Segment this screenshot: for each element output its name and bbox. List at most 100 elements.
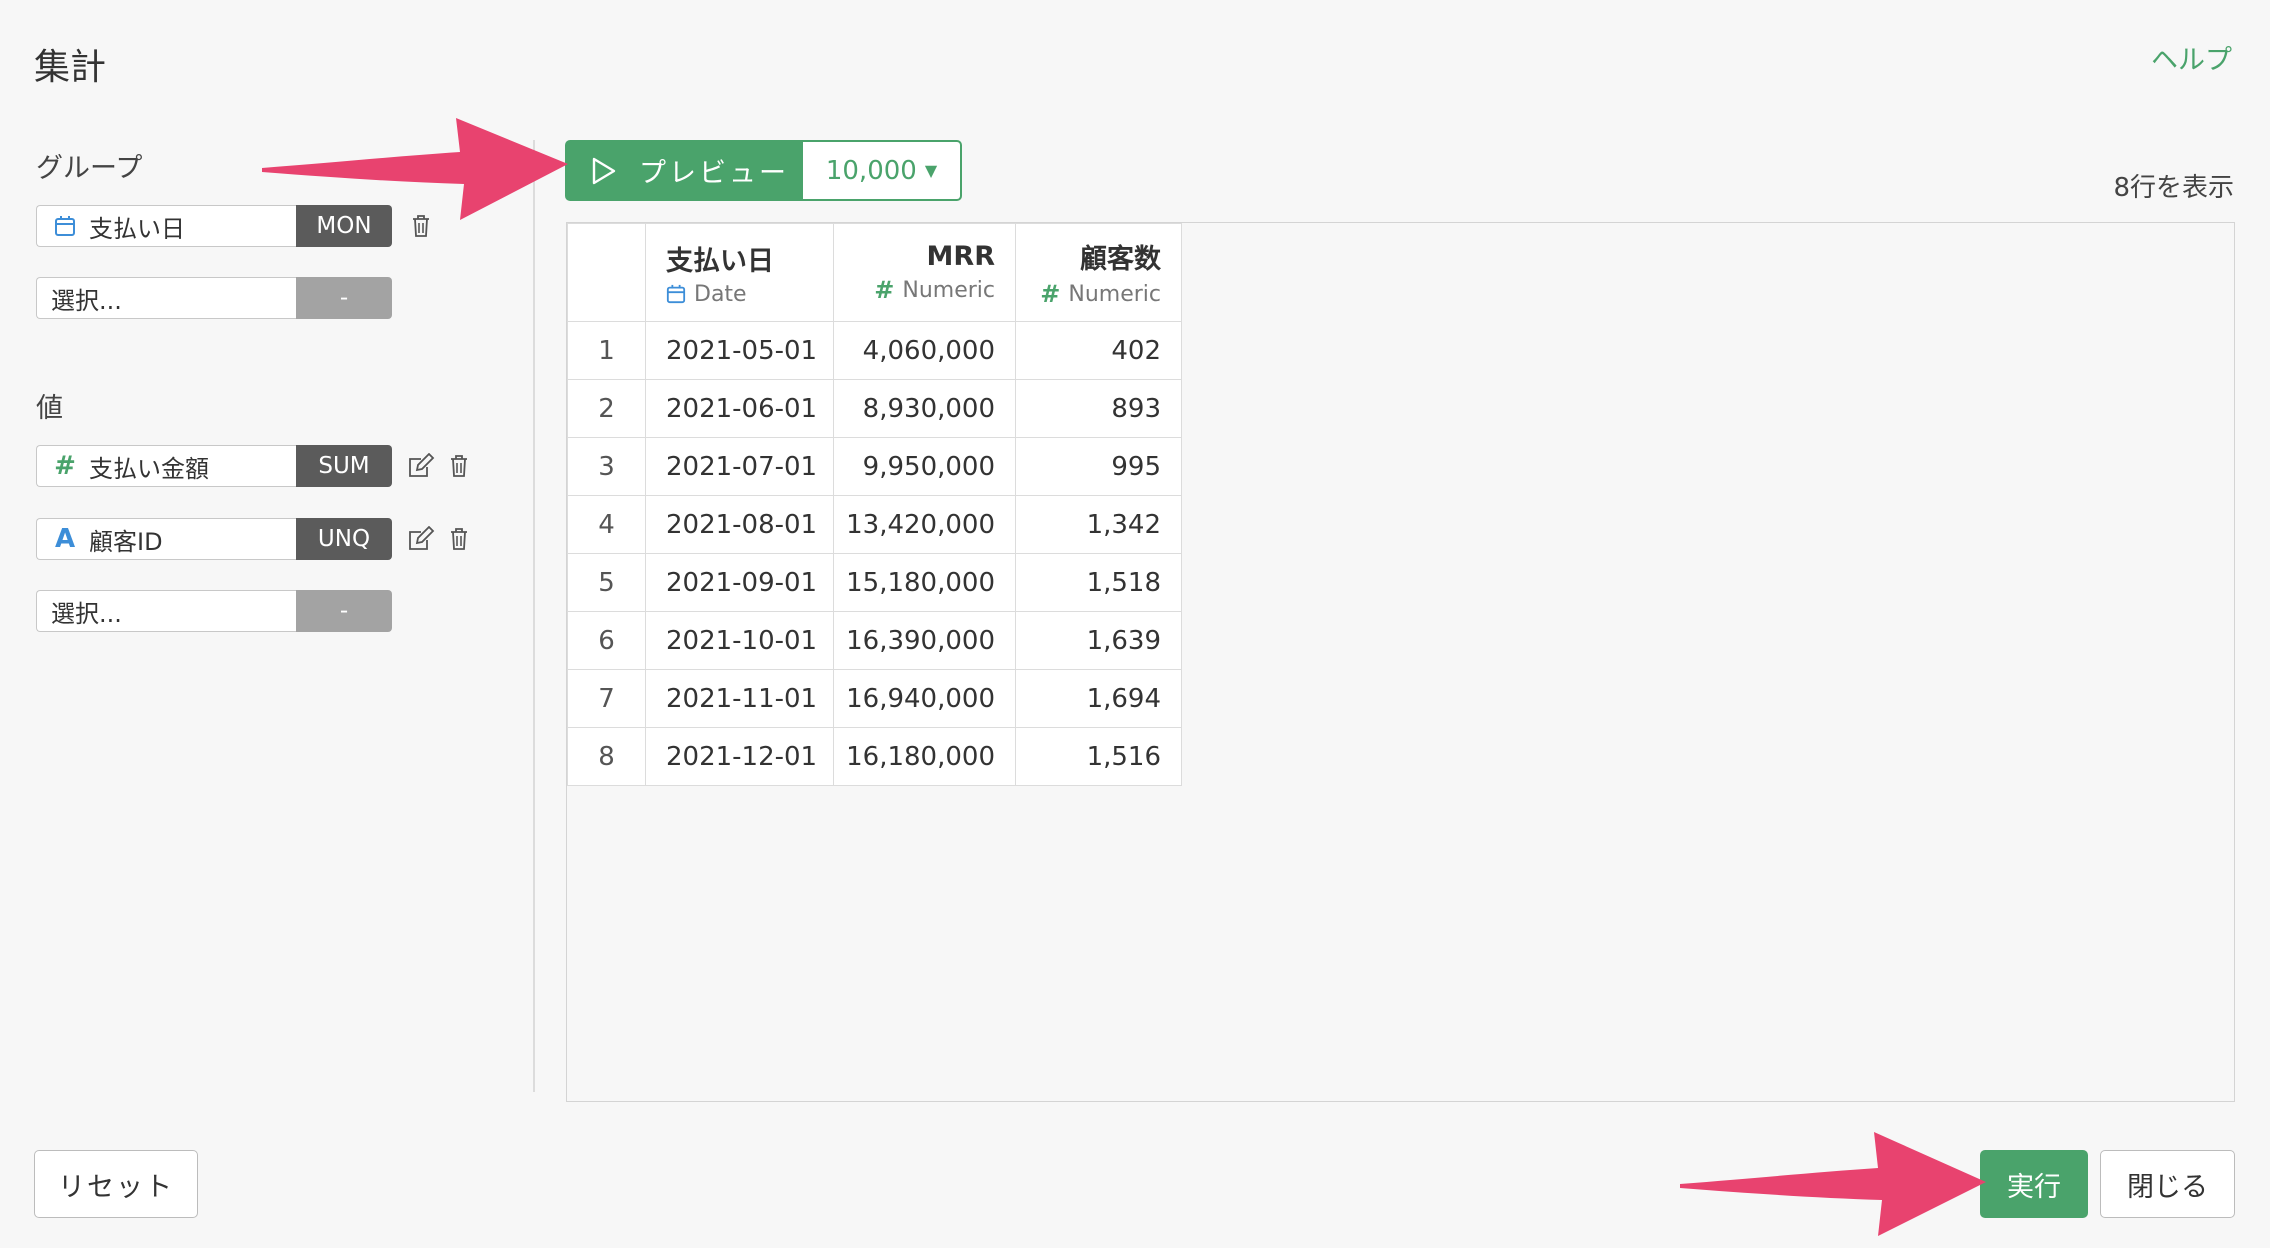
table-cell: 16,940,000: [833, 669, 1016, 728]
column-header[interactable]: MRR # Numeric: [833, 223, 1016, 322]
table-cell: 16,180,000: [833, 727, 1016, 786]
preview-button[interactable]: プレビュー: [565, 140, 803, 201]
group-select-input[interactable]: 選択...: [36, 277, 296, 319]
row-limit-value: 10,000: [825, 155, 917, 186]
value-field-row: # 支払い金額 SUM: [36, 445, 474, 487]
table-cell: 2021-06-01: [645, 379, 834, 438]
table-row: 6 2021-10-01 16,390,000 1,639: [567, 611, 1182, 670]
row-index: 2: [567, 379, 646, 438]
table-row: 3 2021-07-01 9,950,000 995: [567, 437, 1182, 496]
edit-icon[interactable]: [406, 445, 436, 487]
value-aggregation-button[interactable]: SUM: [296, 445, 392, 487]
value-select-input[interactable]: 選択...: [36, 590, 296, 632]
hash-icon: #: [54, 451, 76, 481]
annotation-arrow-icon: [1680, 1132, 1986, 1236]
table-cell: 995: [1015, 437, 1182, 496]
table-cell: 2021-12-01: [645, 727, 834, 786]
group-section-label: グループ: [36, 153, 143, 184]
value-field-label: 支払い金額: [89, 454, 209, 483]
table-cell: 1,694: [1015, 669, 1182, 728]
preview-table-frame: 支払い日 Date MRR # Numeric 顧客数 # Numeric 1 …: [566, 222, 2235, 1102]
column-header[interactable]: 顧客数 # Numeric: [1015, 223, 1182, 322]
annotation-arrow-icon: [262, 118, 568, 220]
play-icon: [592, 157, 616, 184]
table-cell: 1,342: [1015, 495, 1182, 554]
table-row: 8 2021-12-01 16,180,000 1,516: [567, 727, 1182, 786]
value-empty-aggregation[interactable]: -: [296, 590, 392, 632]
table-header-row: 支払い日 Date MRR # Numeric 顧客数 # Numeric: [567, 223, 1182, 322]
trash-icon[interactable]: [444, 445, 474, 487]
group-field-label: 支払い日: [89, 214, 185, 243]
table-row: 2 2021-06-01 8,930,000 893: [567, 379, 1182, 438]
table-cell: 1,639: [1015, 611, 1182, 670]
text-type-icon: A: [54, 524, 76, 554]
table-cell: 2021-07-01: [645, 437, 834, 496]
table-cell: 1,516: [1015, 727, 1182, 786]
reset-button[interactable]: リセット: [34, 1150, 198, 1218]
column-type-label: Numeric: [902, 277, 995, 303]
preview-table: 支払い日 Date MRR # Numeric 顧客数 # Numeric 1 …: [567, 223, 1182, 786]
close-button[interactable]: 閉じる: [2100, 1150, 2235, 1218]
group-field-select[interactable]: 支払い日: [36, 205, 296, 247]
table-row: 5 2021-09-01 15,180,000 1,518: [567, 553, 1182, 612]
value-section-label: 値: [36, 393, 63, 424]
row-index: 3: [567, 437, 646, 496]
panel-divider: [533, 140, 535, 1092]
hash-icon: #: [874, 276, 895, 304]
column-type-label: Date: [694, 281, 747, 307]
table-cell: 893: [1015, 379, 1182, 438]
column-type: Date: [666, 282, 833, 307]
calendar-icon: [51, 212, 79, 240]
column-name: 支払い日: [666, 245, 774, 277]
table-cell: 16,390,000: [833, 611, 1016, 670]
value-aggregation-button[interactable]: UNQ: [296, 518, 392, 560]
table-cell: 2021-10-01: [645, 611, 834, 670]
table-cell: 2021-08-01: [645, 495, 834, 554]
column-type: # Numeric: [834, 276, 995, 304]
edit-icon[interactable]: [406, 518, 436, 560]
value-field-select[interactable]: # 支払い金額: [36, 445, 296, 487]
row-index: 8: [567, 727, 646, 786]
table-cell: 2021-11-01: [645, 669, 834, 728]
trash-icon[interactable]: [444, 518, 474, 560]
dialog-title: 集計: [34, 47, 107, 88]
table-cell: 1,518: [1015, 553, 1182, 612]
column-type: # Numeric: [1016, 280, 1161, 308]
select-placeholder: 選択...: [51, 599, 122, 628]
help-link[interactable]: ヘルプ: [2151, 38, 2232, 77]
group-empty-aggregation[interactable]: -: [296, 277, 392, 319]
table-cell: 402: [1015, 321, 1182, 380]
run-button[interactable]: 実行: [1980, 1150, 2088, 1218]
rows-shown-text: 8行を表示: [2113, 173, 2234, 203]
row-index: 1: [567, 321, 646, 380]
row-index: 7: [567, 669, 646, 728]
table-cell: 8,930,000: [833, 379, 1016, 438]
table-cell: 2021-05-01: [645, 321, 834, 380]
table-cell: 15,180,000: [833, 553, 1016, 612]
table-cell: 13,420,000: [833, 495, 1016, 554]
row-index: 5: [567, 553, 646, 612]
row-index: 4: [567, 495, 646, 554]
table-row: 1 2021-05-01 4,060,000 402: [567, 321, 1182, 380]
column-type-label: Numeric: [1068, 281, 1161, 307]
value-field-select[interactable]: A 顧客ID: [36, 518, 296, 560]
value-field-label: 顧客ID: [89, 527, 163, 556]
value-field-row: A 顧客ID UNQ: [36, 518, 474, 560]
preview-controls: プレビュー 10,000 ▼: [565, 140, 962, 201]
table-row: 7 2021-11-01 16,940,000 1,694: [567, 669, 1182, 728]
column-name: MRR: [926, 241, 995, 272]
index-header: [567, 223, 646, 322]
hash-icon: #: [1040, 280, 1061, 308]
preview-label: プレビュー: [639, 158, 789, 189]
caret-down-icon: ▼: [924, 161, 938, 180]
table-cell: 4,060,000: [833, 321, 1016, 380]
column-header[interactable]: 支払い日 Date: [645, 223, 834, 322]
select-placeholder: 選択...: [51, 286, 122, 315]
value-empty-row: 選択... -: [36, 590, 392, 632]
calendar-icon: [666, 284, 686, 304]
row-index: 6: [567, 611, 646, 670]
table-cell: 9,950,000: [833, 437, 1016, 496]
table-row: 4 2021-08-01 13,420,000 1,342: [567, 495, 1182, 554]
table-cell: 2021-09-01: [645, 553, 834, 612]
row-limit-dropdown[interactable]: 10,000 ▼: [803, 140, 962, 201]
